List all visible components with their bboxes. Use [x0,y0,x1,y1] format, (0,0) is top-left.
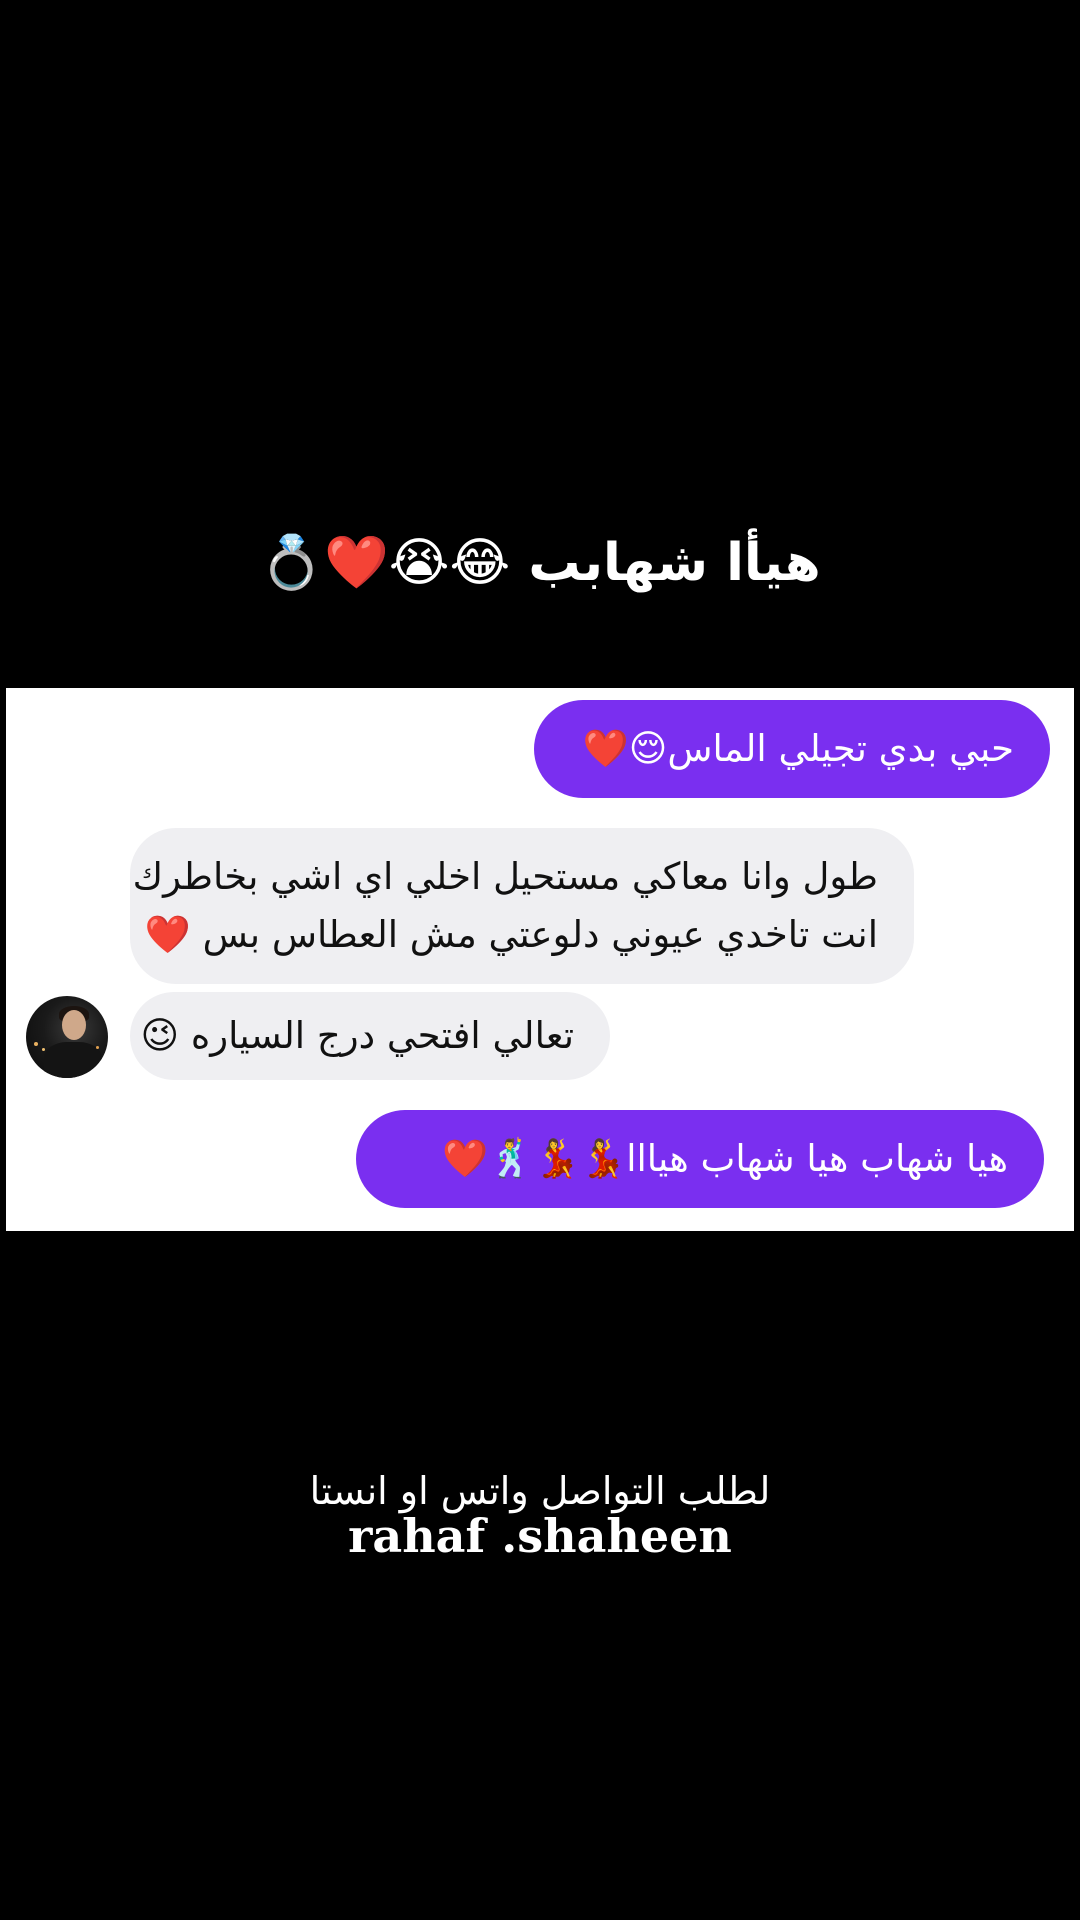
message-text: حبي بدي تجيلي الماس😌❤️ [582,727,1014,770]
sent-message-bubble: هيا شهاب هيا شهاب هيااا💃💃🕺❤️ [356,1110,1044,1208]
account-handle: rahaf .shaheen [348,1509,732,1563]
message-text: تعالي افتحي درج السياره 😉 [140,1014,575,1057]
received-message-bubble: طول وانا معاكي مستحيل اخلي اي اشي بخاطرك… [130,828,914,984]
message-text-line: انت تاخدي عيوني دلوعتي مش العطاس بس ❤️ [144,913,878,956]
chat-screenshot-panel: حبي بدي تجيلي الماس😌❤️ طول وانا معاكي مس… [6,688,1074,1231]
contact-avatar[interactable] [26,996,108,1078]
received-message-bubble: تعالي افتحي درج السياره 😉 [130,992,610,1080]
video-caption-title: هيأا شهابب 😂😭❤️💍 [259,533,821,593]
sent-message-bubble: حبي بدي تجيلي الماس😌❤️ [534,700,1050,798]
message-text: هيا شهاب هيا شهاب هيااا💃💃🕺❤️ [441,1137,1008,1180]
message-text-line: طول وانا معاكي مستحيل اخلي اي اشي بخاطرك [132,855,878,898]
